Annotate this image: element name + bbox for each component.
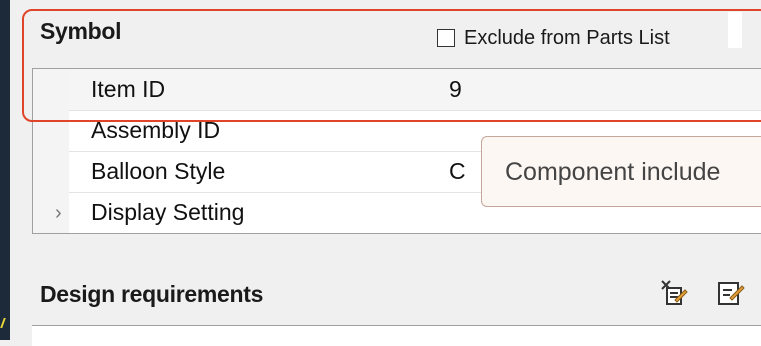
properties-panel: Symbol Exclude from Parts List Item ID 9… xyxy=(10,0,761,346)
design-requirements-grid xyxy=(32,325,761,346)
property-value[interactable]: C xyxy=(449,151,466,192)
exclude-label: Exclude from Parts List xyxy=(464,26,670,49)
canvas-edge xyxy=(0,0,12,340)
row-gutter xyxy=(33,69,69,110)
tooltip: Component include xyxy=(481,136,761,207)
property-name: Balloon Style xyxy=(91,158,226,184)
property-name: Assembly ID xyxy=(91,117,221,143)
property-name: Item ID xyxy=(91,76,166,102)
property-value[interactable]: 9 xyxy=(449,69,462,110)
property-row-item-id[interactable]: Item ID 9 xyxy=(33,69,761,111)
row-gutter xyxy=(33,151,69,192)
reset-requirements-icon[interactable] xyxy=(658,278,688,308)
row-gutter xyxy=(33,110,69,151)
exclude-checkbox[interactable] xyxy=(437,29,455,47)
row-gutter xyxy=(33,192,69,233)
property-name: Display Setting xyxy=(91,199,245,225)
panel-scroll-stub xyxy=(728,12,742,48)
symbol-section-title: Symbol xyxy=(40,18,122,44)
edit-requirements-icon[interactable] xyxy=(716,278,746,308)
expand-chevron-icon[interactable]: › xyxy=(55,202,62,225)
exclude-from-parts-list[interactable]: Exclude from Parts List xyxy=(437,25,670,51)
design-requirements-title: Design requirements xyxy=(40,281,264,307)
